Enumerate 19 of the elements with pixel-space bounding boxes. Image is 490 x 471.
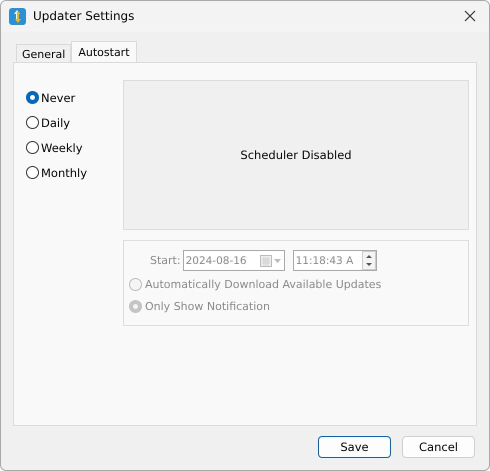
window-title: Updater Settings — [33, 9, 134, 23]
calendar-icon — [260, 254, 282, 266]
radio-icon[interactable] — [26, 141, 39, 154]
app-icon — [9, 8, 26, 24]
dialog-button[interactable]: Save — [318, 436, 391, 458]
radio-icon[interactable] — [26, 116, 39, 129]
radio-option[interactable]: Monthly — [26, 164, 123, 181]
radio-icon[interactable] — [26, 166, 39, 179]
radio-option[interactable]: Weekly — [26, 139, 123, 156]
preview-text: Scheduler Disabled — [240, 148, 352, 162]
dialog-button[interactable]: Cancel — [402, 436, 475, 458]
radio-option[interactable]: Never — [26, 89, 123, 106]
radio-option[interactable]: Daily — [26, 114, 123, 131]
spinner-icon[interactable] — [362, 251, 376, 270]
tab[interactable]: General — [16, 44, 72, 63]
tab[interactable]: Autostart — [71, 41, 137, 63]
radio-icon[interactable] — [26, 91, 39, 104]
start-label: Start: — [150, 254, 181, 267]
close-icon[interactable] — [463, 9, 477, 23]
